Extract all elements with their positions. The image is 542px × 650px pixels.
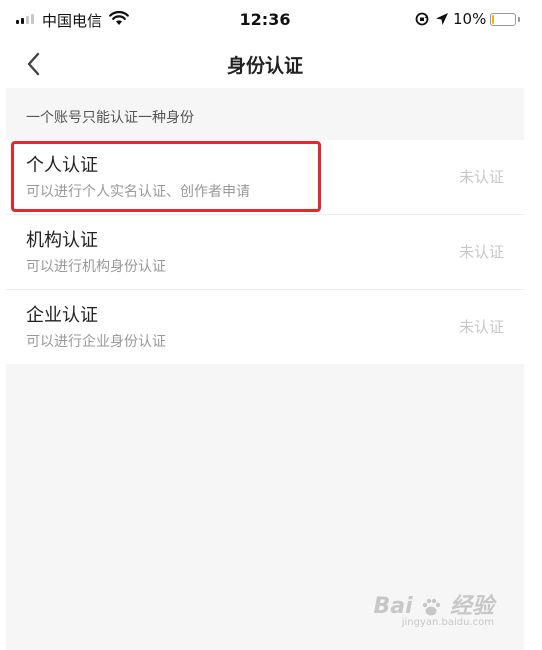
list-item-personal-verification[interactable]: 个人认证 可以进行个人实名认证、创作者申请 未认证 — [6, 140, 524, 214]
page-title: 身份认证 — [226, 55, 303, 77]
battery-percent: 10% — [453, 10, 487, 28]
rotation-lock-icon — [415, 12, 429, 26]
verification-status: 未认证 — [458, 168, 504, 186]
list-item-enterprise-verification[interactable]: 企业认证 可以进行企业身份认证 未认证 — [6, 289, 524, 364]
paw-icon — [423, 598, 441, 616]
account-notice: 一个账号只能认证一种身份 — [26, 110, 194, 126]
verification-status: 未认证 — [458, 243, 504, 261]
baidu-jingyan-watermark: Bai 经验 jingyan.baidu.com — [373, 588, 494, 628]
navigation-bar: 身份认证 — [6, 40, 524, 88]
list-item-description: 可以进行企业身份认证 — [26, 334, 166, 350]
battery-level-fill — [492, 15, 494, 24]
phone-screen: 中国电信 12:36 10% 身份认证 一个账号只能认证一种身份 个人认证 可以… — [6, 0, 524, 650]
list-item-title: 个人认证 — [26, 155, 98, 176]
list-item-description: 可以进行机构身份认证 — [26, 259, 166, 275]
list-item-title: 机构认证 — [26, 230, 98, 251]
list-item-organization-verification[interactable]: 机构认证 可以进行机构身份认证 未认证 — [6, 214, 524, 289]
status-bar: 中国电信 12:36 10% — [6, 0, 524, 40]
battery-icon — [490, 13, 520, 26]
verification-status: 未认证 — [458, 318, 504, 336]
watermark-brand: Bai — [373, 594, 413, 619]
list-item-description: 可以进行个人实名认证、创作者申请 — [26, 184, 250, 200]
verification-list: 个人认证 可以进行个人实名认证、创作者申请 未认证 机构认证 可以进行机构身份认… — [6, 140, 524, 364]
watermark-brand-cn: 经验 — [449, 594, 494, 619]
list-item-title: 企业认证 — [26, 305, 98, 326]
location-arrow-icon — [436, 13, 448, 25]
